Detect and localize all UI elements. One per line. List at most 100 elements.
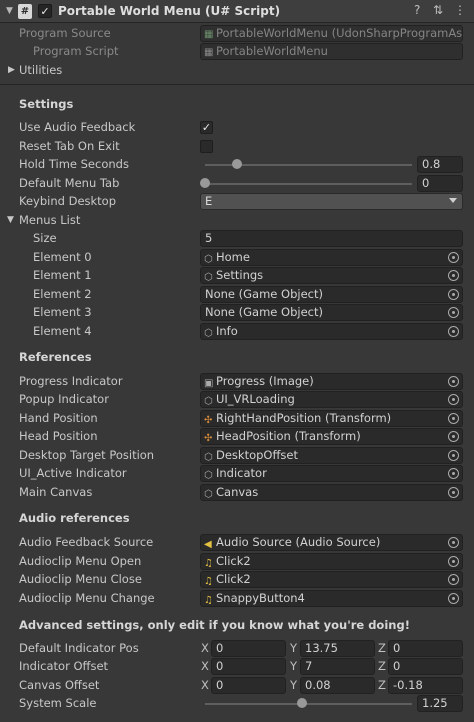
object-picker-icon[interactable] bbox=[448, 376, 459, 387]
default-menu-tab-field[interactable]: 0 bbox=[417, 175, 463, 192]
audio-reference-label: Audioclip Menu Change bbox=[19, 591, 155, 605]
default-menu-tab-slider-knob[interactable] bbox=[200, 178, 210, 188]
reference-value: RightHandPosition (Transform) bbox=[216, 411, 392, 425]
advanced-heading: Advanced settings, only edit if you know… bbox=[19, 618, 410, 632]
element-label: Element 1 bbox=[33, 268, 92, 282]
script-icon: # bbox=[18, 4, 32, 19]
audio-references-heading: Audio references bbox=[19, 511, 130, 525]
audio-object-field[interactable]: ♫ Click2 bbox=[200, 553, 463, 570]
enable-checkbox[interactable]: ✓ bbox=[38, 4, 52, 18]
audio-object-field[interactable]: ♫ Click2 bbox=[200, 571, 463, 588]
reset-tab-on-exit-checkbox[interactable] bbox=[200, 140, 213, 153]
z-field[interactable]: 0 bbox=[388, 658, 463, 675]
reference-value: Canvas bbox=[216, 485, 259, 499]
reference-row: UI_Active Indicator ⬡ Indicator bbox=[0, 465, 474, 483]
system-scale-row: System Scale 1.25 bbox=[0, 695, 474, 713]
reference-object-field[interactable]: ▣ Progress (Image) bbox=[200, 373, 463, 390]
element-value: Settings bbox=[216, 268, 264, 282]
speaker-icon: ◀ bbox=[204, 539, 212, 550]
vector-row: Canvas Offset X 0 Y 0.08 Z -0.18 bbox=[0, 677, 474, 695]
hold-time-slider-knob[interactable] bbox=[232, 159, 242, 169]
object-picker-icon[interactable] bbox=[448, 487, 459, 498]
audio-reference-label: Audioclip Menu Close bbox=[19, 572, 142, 586]
foldout-arrow-icon[interactable]: ▼ bbox=[6, 6, 13, 16]
reference-object-field[interactable]: ⬡ UI_VRLoading bbox=[200, 391, 463, 408]
help-icon[interactable]: ? bbox=[414, 3, 420, 17]
component-title: Portable World Menu (U# Script) bbox=[58, 4, 281, 18]
reference-object-field[interactable]: ⬡ Canvas bbox=[200, 484, 463, 501]
z-field[interactable]: 0 bbox=[388, 640, 463, 657]
x-field[interactable]: 0 bbox=[211, 658, 286, 675]
object-picker-icon[interactable] bbox=[448, 450, 459, 461]
keybind-desktop-dropdown[interactable]: E bbox=[200, 193, 463, 210]
system-scale-slider-track[interactable] bbox=[205, 703, 412, 705]
y-field[interactable]: 7 bbox=[300, 658, 375, 675]
utilities-label: Utilities bbox=[19, 63, 63, 77]
use-audio-feedback-checkbox[interactable]: ✓ bbox=[200, 121, 213, 134]
object-picker-icon[interactable] bbox=[448, 289, 459, 300]
reference-label: Hand Position bbox=[19, 411, 98, 425]
object-picker-icon[interactable] bbox=[448, 252, 459, 263]
reference-value: DesktopOffset bbox=[216, 448, 298, 462]
object-picker-icon[interactable] bbox=[448, 537, 459, 548]
cube-icon: ⬡ bbox=[204, 272, 213, 283]
reference-value: Progress (Image) bbox=[216, 374, 314, 388]
music-note-icon: ♫ bbox=[204, 576, 213, 587]
element-label: Element 4 bbox=[33, 324, 92, 338]
reference-label: Desktop Target Position bbox=[19, 448, 155, 462]
object-picker-icon[interactable] bbox=[448, 574, 459, 585]
y-field[interactable]: 0.08 bbox=[300, 677, 375, 694]
preset-settings-icon[interactable]: ⇅ bbox=[433, 3, 443, 17]
object-picker-icon[interactable] bbox=[448, 593, 459, 604]
object-picker-icon[interactable] bbox=[448, 326, 459, 337]
element-object-field[interactable]: ⬡ Home bbox=[200, 249, 463, 266]
vector-row: Indicator Offset X 0 Y 7 Z 0 bbox=[0, 658, 474, 676]
reference-object-field[interactable]: ✣ HeadPosition (Transform) bbox=[200, 428, 463, 445]
utilities-foldout[interactable]: ▶ Utilities bbox=[0, 62, 474, 80]
reference-row: Popup Indicator ⬡ UI_VRLoading bbox=[0, 391, 474, 409]
vector-row: Default Indicator Pos X 0 Y 13.75 Z 0 bbox=[0, 640, 474, 658]
element-value: None (Game Object) bbox=[205, 305, 323, 319]
object-picker-icon[interactable] bbox=[448, 307, 459, 318]
element-value: None (Game Object) bbox=[205, 287, 323, 301]
element-object-field[interactable]: None (Game Object) bbox=[200, 286, 463, 303]
use-audio-feedback-row: Use Audio Feedback ✓ bbox=[0, 119, 474, 137]
reference-object-field[interactable]: ⬡ DesktopOffset bbox=[200, 447, 463, 464]
reference-row: Hand Position ✣ RightHandPosition (Trans… bbox=[0, 410, 474, 428]
audio-object-field[interactable]: ♫ SnappyButton4 bbox=[200, 590, 463, 607]
script-file-icon: ▦ bbox=[204, 29, 214, 40]
settings-heading: Settings bbox=[19, 97, 74, 111]
hold-time-seconds-field[interactable]: 0.8 bbox=[417, 156, 463, 173]
element-object-field[interactable]: None (Game Object) bbox=[200, 304, 463, 321]
component-header[interactable]: ▼ # ✓ Portable World Menu (U# Script) ? … bbox=[0, 0, 474, 23]
x-axis-label: X bbox=[201, 678, 209, 692]
x-field[interactable]: 0 bbox=[211, 677, 286, 694]
system-scale-field[interactable]: 1.25 bbox=[417, 695, 463, 712]
menus-list-size-field[interactable]: 5 bbox=[200, 230, 463, 247]
object-picker-icon[interactable] bbox=[448, 431, 459, 442]
object-picker-icon[interactable] bbox=[448, 413, 459, 424]
list-item: Element 2 None (Game Object) bbox=[0, 286, 474, 304]
reference-row: Head Position ✣ HeadPosition (Transform) bbox=[0, 428, 474, 446]
context-menu-icon[interactable]: ⋮ bbox=[454, 3, 466, 17]
object-picker-icon[interactable] bbox=[448, 270, 459, 281]
reference-object-field[interactable]: ⬡ Indicator bbox=[200, 465, 463, 482]
z-field[interactable]: -0.18 bbox=[388, 677, 463, 694]
default-menu-tab-label: Default Menu Tab bbox=[19, 176, 120, 190]
object-picker-icon[interactable] bbox=[448, 394, 459, 405]
audio-reference-row: Audioclip Menu Close ♫ Click2 bbox=[0, 571, 474, 589]
reference-row: Desktop Target Position ⬡ DesktopOffset bbox=[0, 447, 474, 465]
hold-time-seconds-row: Hold Time Seconds 0.8 bbox=[0, 156, 474, 174]
system-scale-slider-knob[interactable] bbox=[297, 698, 307, 708]
audio-object-field[interactable]: ◀ Audio Source (Audio Source) bbox=[200, 534, 463, 551]
object-picker-icon[interactable] bbox=[448, 468, 459, 479]
default-menu-tab-slider-track[interactable] bbox=[205, 183, 412, 185]
program-source-label: Program Source bbox=[19, 26, 111, 40]
object-picker-icon[interactable] bbox=[448, 556, 459, 567]
element-object-field[interactable]: ⬡ Settings bbox=[200, 267, 463, 284]
element-object-field[interactable]: ⬡ Info bbox=[200, 323, 463, 340]
x-field[interactable]: 0 bbox=[211, 640, 286, 657]
y-field[interactable]: 13.75 bbox=[300, 640, 375, 657]
reference-object-field[interactable]: ✣ RightHandPosition (Transform) bbox=[200, 410, 463, 427]
menus-list-foldout[interactable]: ▼ Menus List bbox=[0, 212, 474, 230]
